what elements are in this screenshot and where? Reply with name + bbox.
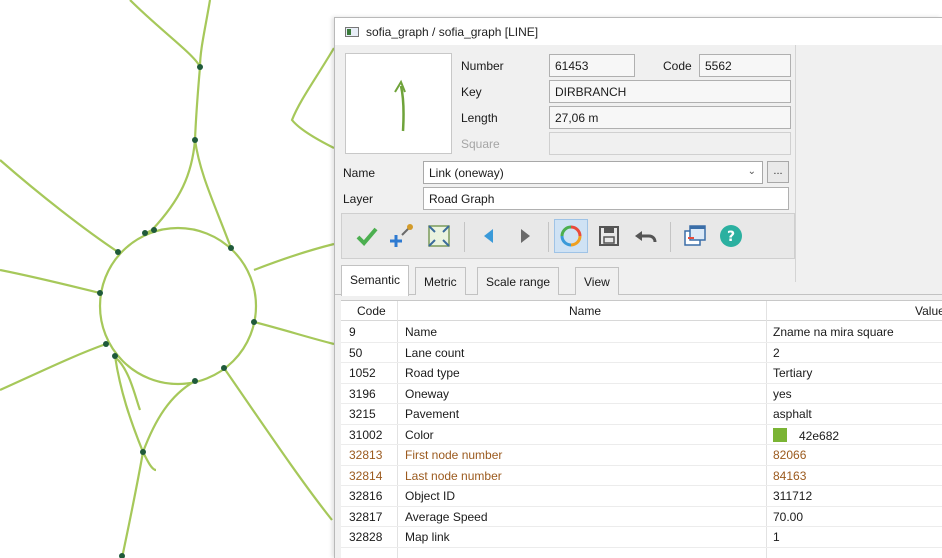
edit-toolbar: ? [341, 213, 795, 259]
window-icon [345, 26, 359, 37]
key-field[interactable]: DIRBRANCH [549, 80, 791, 103]
table-row[interactable]: 32814 Last node number 84163 [341, 466, 942, 486]
table-row[interactable]: 32817 Average Speed 70.00 [341, 507, 942, 527]
number-label: Number [461, 59, 504, 73]
copy-window-button[interactable] [678, 219, 712, 253]
fit-extent-icon [428, 225, 450, 247]
object-preview [345, 53, 452, 154]
name-combobox-value: Link (oneway) [429, 166, 504, 180]
previous-icon [484, 229, 493, 243]
table-row[interactable]: 1052 Road type Tertiary [341, 363, 942, 384]
table-row[interactable]: 31002 Color 42e682 [341, 425, 942, 445]
save-icon [599, 226, 619, 246]
length-field[interactable]: 27,06 m [549, 106, 791, 129]
table-row[interactable]: 3196 Oneway yes [341, 384, 942, 404]
square-field [549, 132, 791, 155]
help-button[interactable]: ? [714, 219, 748, 253]
previous-button[interactable] [472, 219, 506, 253]
table-header: Code Name Value [341, 301, 942, 321]
code-label: Code [663, 59, 692, 73]
object-properties-window: sofia_graph / sofia_graph [LINE] Number … [334, 17, 942, 558]
name-column-header[interactable]: Name [569, 304, 601, 318]
code-column-header[interactable]: Code [357, 304, 386, 318]
table-row[interactable]: 9 Name Zname na mira square [341, 322, 942, 343]
tab-bar: Semantic Metric Scale range View [335, 263, 942, 296]
fit-extent-button[interactable] [422, 219, 456, 253]
name-label: Name [343, 166, 376, 180]
refresh-button[interactable] [554, 219, 588, 253]
graph-nodes [97, 64, 257, 558]
next-icon [521, 229, 530, 243]
window-title: sofia_graph / sofia_graph [LINE] [366, 24, 539, 39]
next-button[interactable] [508, 219, 542, 253]
road-lines [0, 0, 335, 558]
name-combobox[interactable]: Link (oneway) ⌄ [423, 161, 763, 184]
help-icon: ? [720, 225, 742, 247]
length-label: Length [461, 111, 498, 125]
refresh-icon [560, 225, 582, 247]
save-button[interactable] [592, 219, 626, 253]
table-row[interactable]: 32816 Object ID 311712 [341, 486, 942, 507]
tab-semantic[interactable]: Semantic [341, 265, 410, 296]
value-column-header[interactable]: Value [915, 304, 942, 318]
tab-view[interactable]: View [575, 267, 619, 295]
tab-metric[interactable]: Metric [415, 267, 466, 295]
copy-window-icon [684, 225, 706, 246]
side-panel [795, 45, 942, 282]
layer-field[interactable]: Road Graph [423, 187, 789, 210]
square-label: Square [461, 137, 500, 151]
add-vertex-icon [390, 224, 413, 247]
table-row[interactable]: 50 Lane count 2 [341, 343, 942, 363]
window-titlebar[interactable]: sofia_graph / sofia_graph [LINE] [335, 18, 942, 45]
semantic-table[interactable]: Code Name Value 9 Name Zname na mira squ… [341, 300, 942, 558]
layer-label: Layer [343, 192, 374, 206]
code-field[interactable]: 5562 [699, 54, 791, 77]
table-row[interactable]: 32813 First node number 82066 [341, 445, 942, 466]
key-label: Key [461, 85, 482, 99]
table-row[interactable]: 3215 Pavement asphalt [341, 404, 942, 425]
undo-button[interactable] [628, 219, 662, 253]
number-field[interactable]: 61453 [549, 54, 635, 77]
object-preview-icon [394, 79, 406, 132]
check-icon [356, 227, 378, 246]
svg-text:?: ? [727, 229, 735, 245]
undo-icon [635, 231, 657, 243]
apply-button[interactable] [350, 219, 384, 253]
add-vertex-button[interactable] [386, 219, 420, 253]
table-row[interactable]: 32828 Map link 1 [341, 527, 942, 548]
browse-button[interactable]: ... [767, 161, 789, 183]
tab-scale-range[interactable]: Scale range [477, 267, 560, 295]
color-swatch[interactable] [773, 427, 787, 442]
chevron-down-icon[interactable]: ⌄ [748, 166, 756, 177]
